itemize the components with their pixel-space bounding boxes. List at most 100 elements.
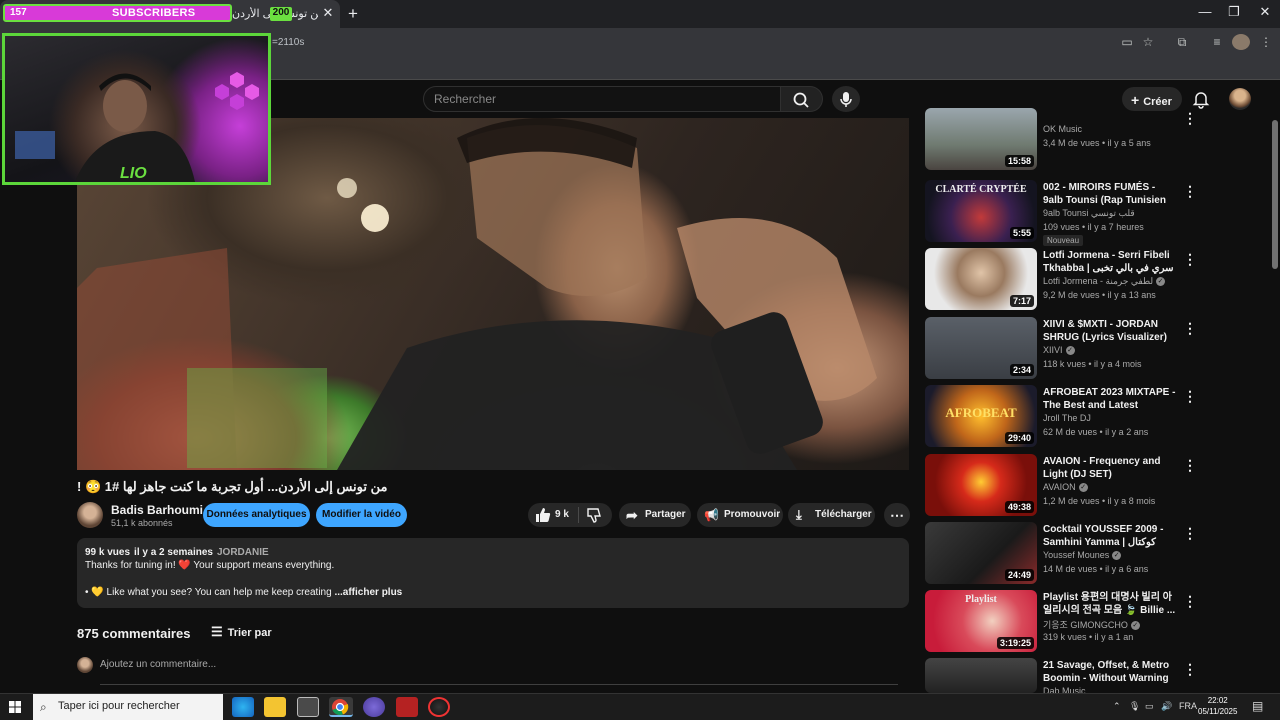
- extensions-icon[interactable]: ⧉: [1173, 34, 1191, 50]
- tray-overflow-icon[interactable]: ⌃: [1113, 701, 1121, 712]
- system-clock[interactable]: 22:02 05/11/2025: [1198, 695, 1237, 717]
- address-bar[interactable]: =2110s: [272, 37, 304, 48]
- recommendation-thumbnail[interactable]: CLARTÉ CRYPTÉE 5:55: [925, 180, 1037, 242]
- recommendation-title[interactable]: Cocktail YOUSSEF 2009 - Samhini Yamma | …: [1043, 523, 1177, 549]
- share-label: Partager: [645, 509, 686, 520]
- more-options-icon[interactable]: ⋮: [1183, 525, 1197, 541]
- recommendation-thumbnail[interactable]: [925, 658, 1037, 693]
- streaming-app-icon[interactable]: [396, 697, 418, 717]
- channel-label: AVAION: [1043, 482, 1076, 492]
- more-options-icon[interactable]: ⋮: [1183, 388, 1197, 404]
- comments-count: 875 commentaires: [77, 626, 191, 641]
- discord-icon[interactable]: [363, 697, 385, 717]
- recommendation-channel[interactable]: Lotfi Jormena - لطفي جرمنة ✓: [1043, 276, 1166, 287]
- recommendation-title[interactable]: AVAION - Frequency and Light (DJ SET): [1043, 455, 1177, 481]
- microphone-tray-icon[interactable]: 🎙: [1129, 701, 1140, 712]
- promote-label: Promouvoir: [724, 509, 781, 520]
- bookmark-star-icon[interactable]: ☆: [1139, 34, 1157, 50]
- recommendation-thumbnail[interactable]: 49:38: [925, 454, 1037, 516]
- analytics-button[interactable]: Données analytiques: [203, 503, 310, 527]
- edit-video-button[interactable]: Modifier la vidéo: [316, 503, 407, 527]
- sort-comments-button[interactable]: ☰ Trier par: [211, 624, 272, 640]
- more-actions-button[interactable]: ⋯: [884, 503, 910, 527]
- recommendation-thumbnail[interactable]: 24:49: [925, 522, 1037, 584]
- browser-menu-icon[interactable]: ⋮: [1257, 34, 1275, 50]
- more-options-icon[interactable]: ⋮: [1183, 661, 1197, 677]
- media-control-icon[interactable]: ≡: [1208, 34, 1226, 50]
- dislike-button[interactable]: [585, 506, 603, 529]
- cast-icon[interactable]: ▭: [1118, 34, 1136, 50]
- bell-icon: [1192, 92, 1210, 109]
- recommendation-title[interactable]: XIIVI & $MXTI - JORDAN SHRUG (Lyrics Vis…: [1043, 318, 1177, 344]
- more-options-icon[interactable]: ⋮: [1183, 320, 1197, 336]
- recommendation-meta: 319 k vues • il y a 1 an: [1043, 632, 1134, 642]
- recommendation-thumbnail[interactable]: 7:17: [925, 248, 1037, 310]
- recommendation-channel[interactable]: Youssef Mounes ✓: [1043, 550, 1122, 561]
- recommendation-title[interactable]: 002 - MIROIRS FUMÉS - 9alb Tounsi (Rap T…: [1043, 181, 1177, 207]
- recommendation-channel[interactable]: OK Music: [1043, 124, 1082, 134]
- more-options-icon[interactable]: ⋮: [1183, 251, 1197, 267]
- voice-search-button[interactable]: [832, 86, 860, 112]
- duration-badge: 29:40: [1004, 432, 1034, 444]
- subscribers-count: 157: [10, 7, 27, 18]
- location-tag[interactable]: JORDANIE: [217, 547, 269, 558]
- channel-label: Jroll The DJ: [1043, 413, 1091, 423]
- recommendation-thumbnail[interactable]: 15:58: [925, 108, 1037, 170]
- more-options-icon[interactable]: ⋮: [1183, 183, 1197, 199]
- close-tab-icon[interactable]: ✕: [320, 5, 336, 21]
- obs-icon[interactable]: [428, 697, 450, 717]
- promote-button[interactable]: 📢 Promouvoir: [697, 503, 783, 527]
- recommendation-channel[interactable]: XIIVI ✓: [1043, 345, 1075, 356]
- account-avatar[interactable]: [1229, 88, 1251, 110]
- notification-center-icon[interactable]: ▤: [1252, 699, 1263, 713]
- channel-label: OK Music: [1043, 124, 1083, 134]
- search-button[interactable]: [781, 86, 823, 112]
- recommendation-channel[interactable]: 9alb Tounsi قلب تونسي: [1043, 208, 1135, 219]
- edge-icon[interactable]: [232, 697, 254, 717]
- recommendation-title[interactable]: 21 Savage, Offset, & Metro Boomin - With…: [1043, 659, 1177, 685]
- like-button[interactable]: [534, 506, 552, 529]
- verified-icon: ✓: [1065, 346, 1075, 356]
- share-button[interactable]: ➦ Partager: [619, 503, 691, 527]
- taskbar-search-input[interactable]: Taper ici pour rechercher: [33, 694, 223, 720]
- volume-icon[interactable]: 🔊: [1161, 701, 1172, 712]
- show-more-link[interactable]: ...afficher plus: [334, 587, 402, 598]
- close-window-icon[interactable]: ✕: [1250, 4, 1280, 20]
- recommendation-channel[interactable]: Jroll The DJ: [1043, 413, 1091, 423]
- network-icon[interactable]: ▭: [1145, 701, 1154, 712]
- overlay-badge: 200: [270, 7, 292, 21]
- new-tab-icon[interactable]: +: [344, 4, 362, 24]
- verified-icon: ✓: [1078, 483, 1088, 493]
- recommendation-title[interactable]: AFROBEAT 2023 MIXTAPE - The Best and Lat…: [1043, 386, 1177, 412]
- description-stats: 99 k vues il y a 2 semaines JORDANIE: [85, 547, 273, 558]
- channel-avatar[interactable]: [77, 502, 103, 528]
- restore-icon[interactable]: ❐: [1219, 4, 1249, 20]
- description-line-2: • 💛 Like what you see? You can help me k…: [85, 587, 402, 598]
- store-icon[interactable]: [297, 697, 319, 717]
- start-button[interactable]: [4, 697, 26, 717]
- create-button[interactable]: + Créer: [1122, 87, 1182, 111]
- search-input[interactable]: Rechercher: [423, 86, 781, 112]
- more-options-icon[interactable]: ⋮: [1183, 457, 1197, 473]
- upload-date: il y a 2 semaines: [134, 547, 213, 558]
- language-indicator[interactable]: FRA: [1179, 701, 1197, 711]
- recommendation-thumbnail[interactable]: AFROBEAT 29:40: [925, 385, 1037, 447]
- download-button[interactable]: ⤓ Télécharger: [788, 503, 875, 527]
- minimize-icon[interactable]: —: [1190, 4, 1220, 19]
- more-options-icon[interactable]: ⋮: [1183, 110, 1197, 126]
- recommendation-channel[interactable]: AVAION ✓: [1043, 482, 1088, 493]
- more-options-icon[interactable]: ⋮: [1183, 593, 1197, 609]
- recommendation-thumbnail[interactable]: Playlist 3:19:25: [925, 590, 1037, 652]
- recommendation-title[interactable]: Lotfi Jormena - Serri Fibeli Tkhabba | س…: [1043, 249, 1177, 275]
- notifications-button[interactable]: [1190, 88, 1212, 110]
- chrome-icon[interactable]: [329, 697, 353, 717]
- channel-name[interactable]: Badis Barhoumi: [111, 503, 203, 517]
- page-scrollbar[interactable]: [1272, 120, 1278, 269]
- recommendation-thumbnail[interactable]: 2:34: [925, 317, 1037, 379]
- file-explorer-icon[interactable]: [264, 697, 286, 717]
- comment-input[interactable]: Ajoutez un commentaire...: [100, 659, 898, 685]
- recommendation-title[interactable]: Playlist 용편의 대명사 빌리 아일리시의 전곡 모음 🍃 Billie…: [1043, 591, 1177, 617]
- profile-avatar[interactable]: [1232, 34, 1250, 50]
- recommendation-channel[interactable]: 기응조 GIMONGCHO ✓: [1043, 618, 1140, 631]
- download-icon: ⤓: [796, 507, 802, 522]
